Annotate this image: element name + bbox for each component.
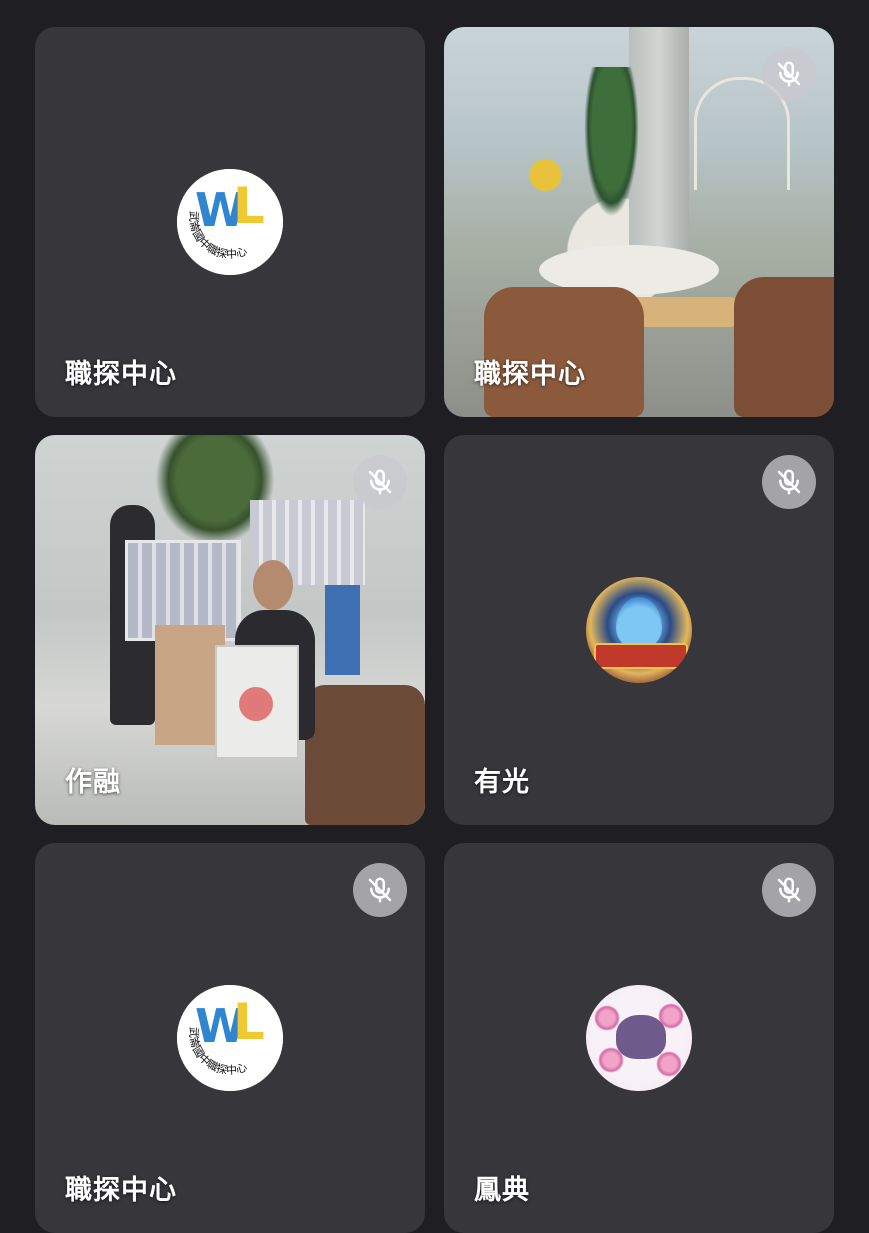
participant-name: 職探中心 xyxy=(65,359,177,390)
mic-off-icon xyxy=(353,455,407,509)
avatar xyxy=(586,577,692,683)
participant-name: 鳳典 xyxy=(474,1175,530,1206)
participant-grid: WL 武崙國中職探中心 職探中心 職探中心 作融 有光 W L 武崙國中職探中心… xyxy=(35,27,834,1233)
participant-tile[interactable]: WL 武崙國中職探中心 職探中心 xyxy=(35,27,425,417)
wl-logo: WL 武崙國中職探中心 xyxy=(177,985,283,1091)
participant-name: 職探中心 xyxy=(65,1175,177,1206)
participant-tile[interactable]: 作融 xyxy=(35,435,425,825)
participant-name: 職探中心 xyxy=(474,359,586,390)
avatar: WL 武崙國中職探中心 xyxy=(177,169,283,275)
svg-text:武崙國中職探中心: 武崙國中職探中心 xyxy=(187,1027,249,1077)
participant-name: 作融 xyxy=(65,767,121,798)
participant-tile[interactable]: 職探中心 xyxy=(444,27,834,417)
avatar xyxy=(586,985,692,1091)
avatar: WL 武崙國中職探中心 xyxy=(177,985,283,1091)
mic-off-icon xyxy=(762,47,816,101)
mic-off-icon xyxy=(353,863,407,917)
participant-tile[interactable]: 有光 xyxy=(444,435,834,825)
participant-tile[interactable]: 鳳典 xyxy=(444,843,834,1233)
mic-off-icon xyxy=(762,455,816,509)
wl-logo: WL 武崙國中職探中心 xyxy=(177,169,283,275)
svg-text:武崙國中職探中心: 武崙國中職探中心 xyxy=(187,211,249,261)
mic-off-icon xyxy=(762,863,816,917)
participant-tile[interactable]: WL 武崙國中職探中心 職探中心 xyxy=(35,843,425,1233)
participant-name: 有光 xyxy=(474,767,530,798)
